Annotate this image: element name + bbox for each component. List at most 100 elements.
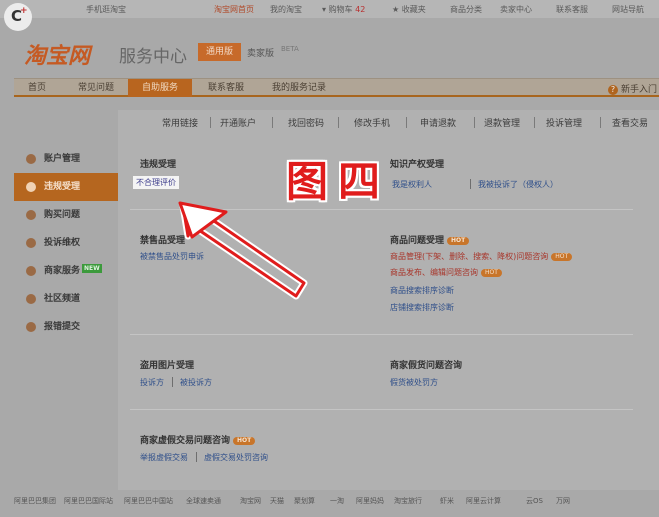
cart-count: 42	[355, 5, 366, 14]
tab-self-service[interactable]: 自助服务	[128, 79, 192, 97]
footer-link[interactable]: 云OS	[526, 496, 543, 506]
quick-link-view-trades[interactable]: 查看交易	[612, 116, 648, 129]
divider	[130, 334, 633, 335]
tab-my-records[interactable]: 我的服务记录	[272, 79, 326, 97]
favorites-label: 收藏夹	[401, 5, 426, 14]
link-prohibited-appeal[interactable]: 被禁售品处罚申诉	[140, 251, 204, 262]
link-complained-infringer[interactable]: 我被投诉了（侵权人）	[478, 179, 558, 190]
sidebar-item-report-error[interactable]: 报错提交	[14, 313, 118, 341]
taobao-home-link[interactable]: 淘宝网首页	[214, 4, 254, 15]
cart-icon	[26, 210, 36, 220]
hot-badge: HOT	[481, 269, 502, 277]
question-icon: ?	[608, 85, 618, 95]
sidebar-item-account[interactable]: 账户管理	[14, 145, 118, 173]
shield-icon	[26, 238, 36, 248]
quick-link-open-account[interactable]: 开通账户	[220, 116, 256, 129]
section-title-counterfeit: 商家假货问题咨询	[390, 361, 463, 371]
main-nav: 首页 常见问题 自助服务 联系客服 我的服务记录 ? 新手入门	[14, 78, 659, 97]
community-icon	[26, 294, 36, 304]
section-title-text: 商家虚假交易问题咨询	[140, 436, 231, 446]
sidebar-item-merchant[interactable]: 商家服务 NEW	[14, 257, 118, 285]
link-text: 商品管理(下架、删除、搜索、降权)问题咨询	[390, 252, 549, 261]
sidebar-item-purchase[interactable]: 购买问题	[14, 201, 118, 229]
taobao-logo[interactable]: 淘宝网	[24, 38, 90, 70]
footer-link[interactable]: 阿里巴巴集团	[14, 496, 56, 506]
tab-contact[interactable]: 联系客服	[208, 79, 244, 97]
favorites-link[interactable]: ★ 收藏夹	[392, 4, 426, 15]
seller-version-button[interactable]: 卖家版	[247, 46, 274, 59]
separator	[474, 117, 475, 128]
seller-center-link[interactable]: 卖家中心	[500, 4, 532, 15]
footer-link[interactable]: 阿里巴巴国际站	[64, 496, 113, 506]
section-title-prohibited: 禁售品受理	[140, 236, 186, 246]
footer-links: 阿里巴巴集团 阿里巴巴国际站 阿里巴巴中国站 全球速卖通 淘宝网 天猫 聚划算 …	[0, 496, 659, 510]
beta-badge: BETA	[281, 45, 299, 53]
separator	[196, 452, 197, 462]
separator	[470, 179, 471, 189]
annotation-stamp: 图四	[286, 157, 391, 206]
footer-link[interactable]: 万网	[556, 496, 570, 506]
mobile-link[interactable]: 手机逛淘宝	[86, 4, 126, 15]
separator	[210, 117, 211, 128]
service-center-title: 服务中心	[119, 47, 187, 67]
universal-version-button[interactable]: 通用版	[198, 43, 241, 61]
cart-label: 购物车	[328, 5, 353, 14]
link-product-search-diagnosis[interactable]: 商品搜索排序诊断	[390, 285, 454, 296]
sidebar-item-complaints[interactable]: 投诉维权	[14, 229, 118, 257]
separator	[534, 117, 535, 128]
categories-link[interactable]: 商品分类	[450, 4, 482, 15]
quick-link-request-refund[interactable]: 申请退款	[420, 116, 456, 129]
section-title-violation: 违规受理	[140, 160, 177, 170]
footer-link[interactable]: 淘宝旅行	[394, 496, 422, 506]
separator	[600, 117, 601, 128]
quick-link-recover-password[interactable]: 找回密码	[288, 116, 324, 129]
store-icon	[26, 266, 36, 276]
my-taobao-link[interactable]: 我的淘宝	[270, 4, 302, 15]
footer-link[interactable]: 阿里妈妈	[356, 496, 384, 506]
quick-link-refund-management[interactable]: 退款管理	[484, 116, 520, 129]
link-product-management[interactable]: 商品管理(下架、删除、搜索、降权)问题咨询 HOT	[390, 251, 573, 262]
footer-link[interactable]: 虾米	[440, 496, 454, 506]
sitemap-link[interactable]: 网站导航	[612, 4, 644, 15]
footer-link[interactable]: 聚划算	[294, 496, 315, 506]
footer-link[interactable]: 全球速卖通	[186, 496, 221, 506]
link-rights-holder[interactable]: 我是权利人	[392, 179, 432, 190]
contact-link[interactable]: 联系客服	[556, 4, 588, 15]
link-product-publish[interactable]: 商品发布、编辑问题咨询 HOT	[390, 267, 502, 278]
link-complained-party[interactable]: 被投诉方	[180, 377, 212, 388]
sidebar-item-label: 报错提交	[44, 322, 81, 332]
quick-links-label: 常用链接	[162, 119, 199, 129]
separator	[272, 117, 273, 128]
link-counterfeit-penalty[interactable]: 假货被处罚方	[390, 377, 438, 388]
sidebar-item-community[interactable]: 社区频道	[14, 285, 118, 313]
star-icon: ★	[392, 5, 400, 14]
section-title-fake-trade: 商家虚假交易问题咨询 HOT	[140, 433, 256, 446]
link-fake-trade-penalty[interactable]: 虚假交易处罚咨询	[204, 452, 268, 463]
link-unreasonable-review[interactable]: 不合理评价	[133, 176, 179, 189]
newbie-link[interactable]: ? 新手入门	[608, 82, 657, 95]
newbie-label: 新手入门	[621, 85, 658, 95]
footer-link[interactable]: 淘宝网	[240, 496, 261, 506]
cart-icon: ▾	[322, 5, 327, 14]
footer-link[interactable]: 阿里云计算	[466, 496, 501, 506]
link-report-fake-trade[interactable]: 举报虚假交易	[140, 452, 188, 463]
tab-home[interactable]: 首页	[28, 79, 46, 97]
quick-link-complaint-management[interactable]: 投诉管理	[546, 116, 582, 129]
sidebar-item-violation[interactable]: 违规受理	[14, 173, 118, 201]
edit-icon	[26, 322, 36, 332]
quick-link-change-phone[interactable]: 修改手机	[354, 116, 390, 129]
link-store-search-diagnosis[interactable]: 店铺搜索排序诊断	[390, 302, 454, 313]
footer-link[interactable]: 阿里巴巴中国站	[124, 496, 173, 506]
footer-link[interactable]: 一淘	[330, 496, 344, 506]
section-title-product-issues: 商品问题受理 HOT	[390, 233, 470, 246]
section-title-text: 商品问题受理	[390, 236, 445, 246]
divider	[130, 409, 633, 410]
sidebar-item-label: 商家服务	[44, 266, 81, 276]
cart-link[interactable]: ▾ 购物车 42	[322, 4, 365, 15]
footer-link[interactable]: 天猫	[270, 496, 284, 506]
link-complainant[interactable]: 投诉方	[140, 377, 164, 388]
new-badge: NEW	[82, 264, 102, 273]
separator	[338, 117, 339, 128]
tab-faq[interactable]: 常见问题	[78, 79, 114, 97]
hot-badge: HOT	[447, 237, 470, 245]
